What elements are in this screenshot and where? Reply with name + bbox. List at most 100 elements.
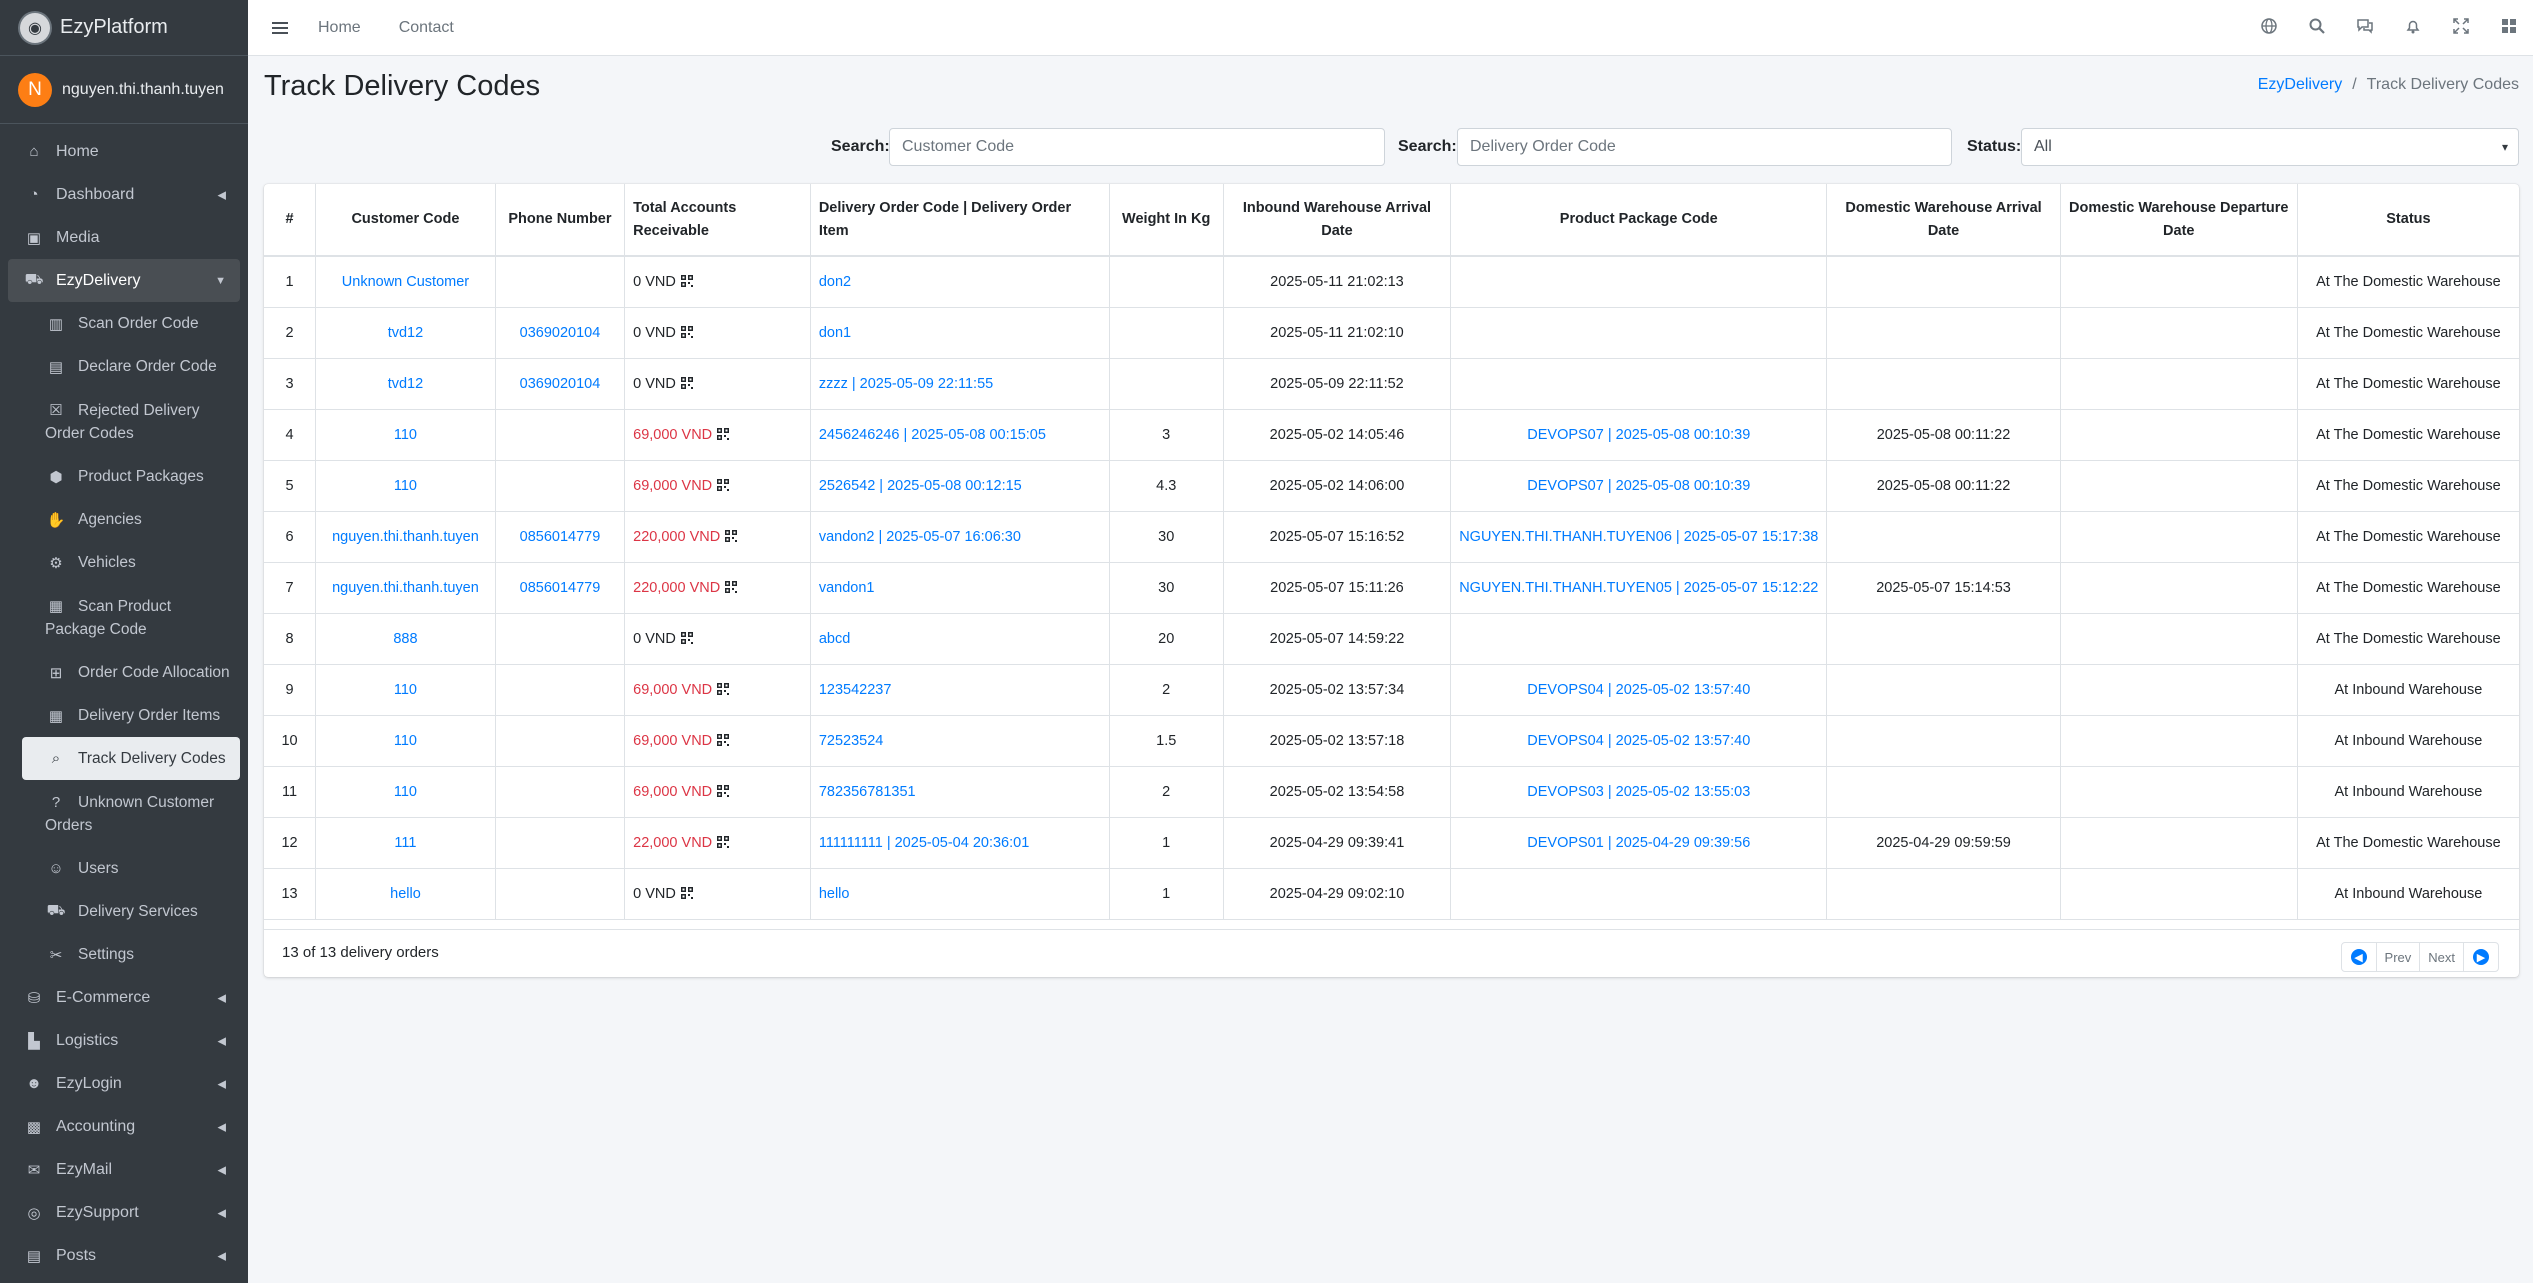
sidebar-item-declare-order-code[interactable]: ▤ Declare Order Code	[22, 345, 240, 388]
col-phone-number-value[interactable]: 0856014779	[520, 529, 601, 545]
sidebar-item-unknown-customer-orders[interactable]: ? Unknown Customer Orders	[22, 780, 240, 847]
last-page-button[interactable]: ▶	[2463, 943, 2498, 971]
sidebar-item-users[interactable]: ☺ Users	[22, 847, 240, 890]
sidebar-item-accounting[interactable]: ▩ Accounting ◀	[8, 1105, 240, 1148]
nav-contact-link[interactable]: Contact	[399, 19, 454, 37]
col-customer-code-value[interactable]: Unknown Customer	[342, 274, 469, 290]
col-delivery-order-value[interactable]: hello	[819, 886, 850, 902]
globe-icon[interactable]	[2245, 17, 2293, 39]
col-delivery-order-value[interactable]: abcd	[819, 631, 850, 647]
user-panel[interactable]: N nguyen.thi.thanh.tuyen	[0, 56, 248, 124]
sidebar-item-delivery-services[interactable]: ⛟ Delivery Services	[22, 890, 240, 933]
col-delivery-order-value[interactable]: 72523524	[819, 733, 884, 749]
sidebar-item-product-packages[interactable]: ⬢ Product Packages	[22, 455, 240, 498]
sidebar-item-ezylogin[interactable]: ☻ EzyLogin ◀	[8, 1062, 240, 1105]
sidebar-item-order-code-allocation[interactable]: ⊞ Order Code Allocation	[22, 651, 240, 694]
col-product-package-value[interactable]: DEVOPS01 | 2025-04-29 09:39:56	[1527, 835, 1750, 851]
sidebar-item-delivery-order-items[interactable]: ▦ Delivery Order Items	[22, 694, 240, 737]
col-delivery-order-value[interactable]: vandon1	[819, 580, 875, 596]
col-delivery-order-value[interactable]: 2456246246 | 2025-05-08 00:15:05	[819, 427, 1046, 443]
user-name[interactable]: nguyen.thi.thanh.tuyen	[62, 81, 224, 99]
sidebar-item-home[interactable]: ⌂ Home	[8, 130, 240, 173]
col-domestic-arrival-cell: 2025-05-08 00:11:22	[1826, 408, 2061, 461]
qrcode-icon[interactable]	[676, 325, 693, 341]
sidebar-item-scan-product-package-code[interactable]: ▦ Scan Product Package Code	[22, 584, 240, 651]
status-select[interactable]: All ▾	[2021, 128, 2519, 166]
fullscreen-icon[interactable]	[2437, 17, 2485, 39]
sidebar-item-scan-order-code[interactable]: ▥ Scan Order Code	[22, 302, 240, 345]
col-delivery-order-value[interactable]: zzzz | 2025-05-09 22:11:55	[819, 376, 993, 392]
sidebar-item-e-commerce[interactable]: ⛁ E-Commerce ◀	[8, 976, 240, 1019]
col-product-package-value[interactable]: DEVOPS03 | 2025-05-02 13:55:03	[1527, 784, 1750, 800]
col-product-package-value[interactable]: NGUYEN.THI.THANH.TUYEN05 | 2025-05-07 15…	[1459, 580, 1818, 596]
col-customer-code-value[interactable]: 111	[394, 835, 416, 851]
customer-code-search-input[interactable]: Customer Code	[889, 128, 1385, 166]
col-product-package-value[interactable]: NGUYEN.THI.THANH.TUYEN06 | 2025-05-07 15…	[1459, 529, 1818, 545]
col-delivery-order-value[interactable]: don2	[819, 274, 851, 290]
col-product-package-value[interactable]: DEVOPS04 | 2025-05-02 13:57:40	[1527, 733, 1750, 749]
sidebar-item-label: Agencies	[78, 510, 142, 528]
sidebar-item-logistics[interactable]: ▙ Logistics ◀	[8, 1019, 240, 1062]
col-customer-code-value[interactable]: 110	[394, 682, 417, 698]
sidebar-item-vehicles[interactable]: ⚙ Vehicles	[22, 541, 240, 584]
sidebar-item-ezysupport[interactable]: ◎ EzySupport ◀	[8, 1191, 240, 1234]
col-delivery-order-value[interactable]: vandon2 | 2025-05-07 16:06:30	[819, 529, 1021, 545]
col-delivery-order-value[interactable]: 123542237	[819, 682, 892, 698]
delivery-order-code-search-input[interactable]: Delivery Order Code	[1457, 128, 1952, 166]
sidebar-item-agencies[interactable]: ✋ Agencies	[22, 498, 240, 541]
col-customer-code-value[interactable]: nguyen.thi.thanh.tuyen	[332, 529, 479, 545]
col-phone-number-value[interactable]: 0369020104	[520, 376, 601, 392]
col-customer-code-value[interactable]: hello	[390, 886, 421, 902]
qrcode-icon[interactable]	[712, 835, 730, 851]
qrcode-icon[interactable]	[712, 478, 730, 494]
qrcode-icon[interactable]	[712, 733, 730, 749]
col-delivery-order-value[interactable]: 2526542 | 2025-05-08 00:12:15	[819, 478, 1022, 494]
col-customer-code-value[interactable]: 110	[394, 733, 417, 749]
qrcode-icon[interactable]	[676, 631, 693, 647]
col-phone-number-value[interactable]: 0369020104	[520, 325, 601, 341]
menu-toggle-icon[interactable]	[272, 19, 288, 37]
qrcode-icon[interactable]	[676, 274, 693, 290]
sidebar-item-rejected-delivery-order-codes[interactable]: ☒ Rejected Delivery Order Codes	[22, 388, 240, 455]
col-customer-code-value[interactable]: 110	[394, 478, 417, 494]
col-delivery-order-value[interactable]: 111111111 | 2025-05-04 20:36:01	[819, 835, 1029, 851]
col-customer-code-value[interactable]: 110	[394, 784, 417, 800]
col-product-package-value[interactable]: DEVOPS04 | 2025-05-02 13:57:40	[1527, 682, 1750, 698]
qrcode-icon[interactable]	[676, 376, 693, 392]
sidebar-item-track-delivery-codes[interactable]: ⌕ Track Delivery Codes	[22, 737, 240, 780]
col-customer-code-value[interactable]: tvd12	[388, 325, 423, 341]
col-product-package-value[interactable]: DEVOPS07 | 2025-05-08 00:10:39	[1527, 427, 1750, 443]
sidebar-item-ezymail[interactable]: ✉ EzyMail ◀	[8, 1148, 240, 1191]
qrcode-icon[interactable]	[676, 886, 693, 902]
bell-icon[interactable]	[2389, 18, 2437, 39]
apps-grid-icon[interactable]	[2485, 18, 2533, 39]
next-page-button[interactable]: Next	[2419, 943, 2463, 971]
sidebar-item-ezydelivery[interactable]: ⛟ EzyDelivery ▼	[8, 259, 240, 302]
qrcode-icon[interactable]	[712, 682, 730, 698]
sidebar-item-dashboard[interactable]: ◔ Dashboard ◀	[8, 173, 240, 216]
search-icon[interactable]	[2293, 18, 2341, 39]
col-customer-code-value[interactable]: nguyen.thi.thanh.tuyen	[332, 580, 479, 596]
comments-icon[interactable]	[2341, 18, 2389, 39]
col-index-value: 1	[285, 273, 294, 290]
col-delivery-order-value[interactable]: 782356781351	[819, 784, 916, 800]
brand[interactable]: ◉ EzyPlatform	[0, 0, 248, 56]
prev-page-button[interactable]: Prev	[2375, 943, 2420, 971]
sidebar-item-posts[interactable]: ▤ Posts ◀	[8, 1234, 240, 1277]
sidebar-item-media[interactable]: ▣ Media	[8, 216, 240, 259]
qrcode-icon[interactable]	[720, 529, 738, 545]
qrcode-icon[interactable]	[720, 580, 738, 596]
qrcode-icon[interactable]	[712, 784, 730, 800]
col-phone-number-value[interactable]: 0856014779	[520, 580, 601, 596]
col-delivery-order-value[interactable]: don1	[819, 325, 851, 341]
sidebar-item-label: EzyMail	[56, 1160, 113, 1178]
col-customer-code-value[interactable]: tvd12	[388, 376, 423, 392]
col-product-package-value[interactable]: DEVOPS07 | 2025-05-08 00:10:39	[1527, 478, 1750, 494]
first-page-button[interactable]: ◀	[2342, 943, 2376, 971]
breadcrumb-parent-link[interactable]: EzyDelivery	[2258, 76, 2342, 93]
col-customer-code-value[interactable]: 110	[394, 427, 417, 443]
sidebar-item-settings[interactable]: ✂ Settings	[22, 933, 240, 976]
col-customer-code-value[interactable]: 888	[393, 631, 417, 647]
nav-home-link[interactable]: Home	[318, 19, 361, 37]
qrcode-icon[interactable]	[712, 427, 730, 443]
